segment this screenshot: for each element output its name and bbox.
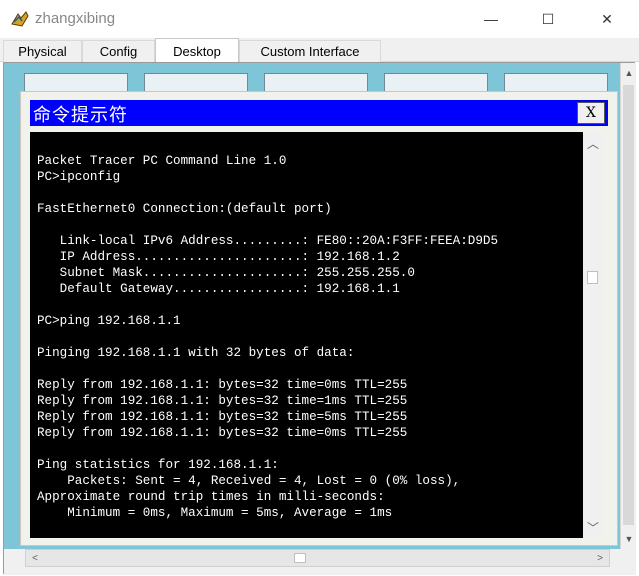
maximize-icon: ☐ [541,10,555,27]
tab-label: Custom Interface [260,44,360,59]
scroll-thumb[interactable] [623,85,634,525]
chevron-right-icon[interactable]: > [592,550,608,566]
terminal-vertical-scrollbar[interactable]: ︿ ﹀ [583,132,603,538]
terminal-text: Packet Tracer PC Command Line 1.0 PC>ipc… [37,154,499,520]
command-prompt-title: 命令提示符 [33,105,128,126]
tab-config[interactable]: Config [82,40,155,62]
tab-physical[interactable]: Physical [3,40,82,62]
chevron-down-icon[interactable]: ﹀ [583,518,603,536]
tab-label: Config [99,44,138,59]
tab-desktop[interactable]: Desktop [155,38,239,63]
minimize-icon: — [484,11,498,27]
close-icon: X [586,105,596,121]
command-prompt-close-button[interactable]: X [577,102,605,124]
desktop-vertical-scrollbar[interactable]: ▲ ▼ [620,63,636,549]
horizontal-scroll-thumb[interactable] [294,553,306,563]
chevron-up-icon[interactable]: ︿ [583,134,603,152]
maximize-button[interactable]: ☐ [525,4,571,34]
terminal-output[interactable]: Packet Tracer PC Command Line 1.0 PC>ipc… [30,132,583,538]
scroll-down-arrow-icon[interactable]: ▼ [621,531,637,547]
command-prompt-window: 命令提示符 X Packet Tracer PC Command Line 1.… [20,91,618,546]
scroll-up-arrow-icon[interactable]: ▲ [621,65,637,81]
tab-label: Physical [18,44,67,59]
window-title: zhangxibing [35,10,116,27]
tab-bar: Physical Config Desktop Custom Interface [0,38,639,63]
terminal-scroll-thumb[interactable] [587,271,598,284]
minimize-button[interactable]: — [468,4,514,34]
close-button[interactable]: ✕ [584,4,630,34]
tab-label: Desktop [173,43,221,59]
chevron-left-icon[interactable]: < [27,550,43,566]
command-prompt-titlebar: 命令提示符 X [30,100,608,126]
window-titlebar: zhangxibing — ☐ ✕ [0,0,639,38]
tab-custom-interface[interactable]: Custom Interface [239,40,381,62]
close-icon: ✕ [601,10,613,27]
packet-tracer-app-icon [11,11,29,27]
horizontal-scrollbar[interactable]: < > [25,549,610,567]
